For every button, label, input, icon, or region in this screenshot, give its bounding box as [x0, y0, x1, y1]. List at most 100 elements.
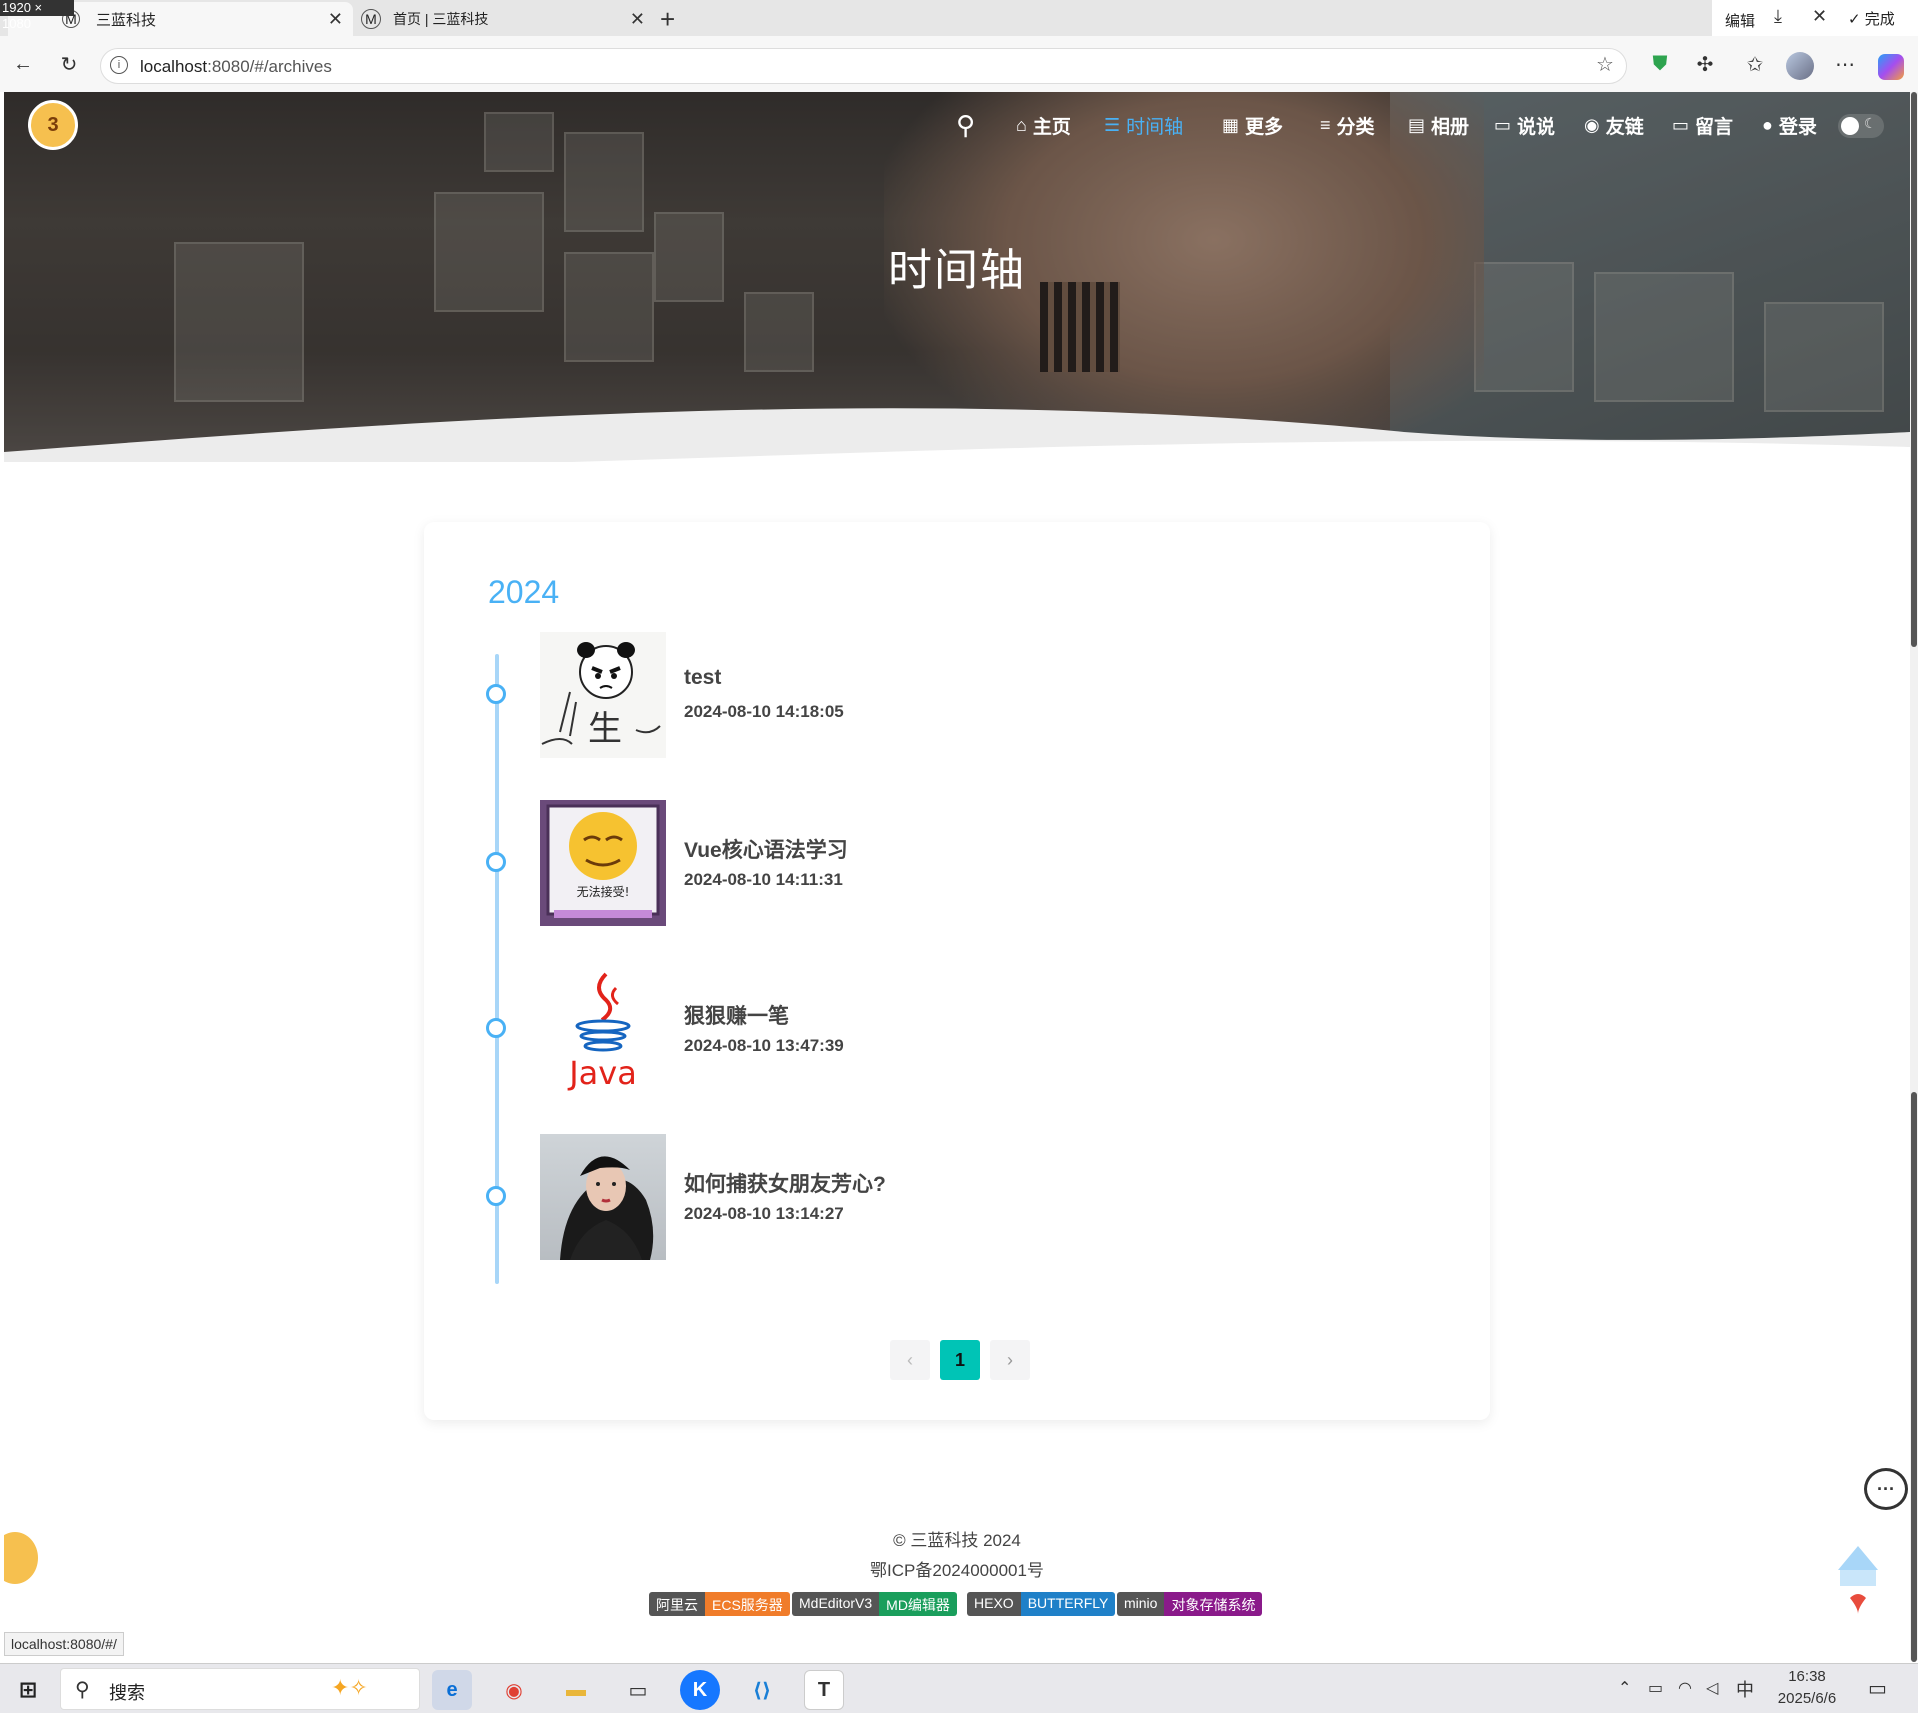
clock-time[interactable]: 16:38: [1772, 1668, 1842, 1685]
post-thumbnail[interactable]: [540, 1134, 666, 1260]
archive-year: 2024: [488, 574, 560, 610]
url-text: localhost:8080/#/archives: [140, 57, 332, 76]
archive-card: 2024 生 test 2024-08-10 14:18:05 无法接受! Vu…: [424, 522, 1490, 1420]
wifi-icon[interactable]: ◠: [1678, 1678, 1692, 1698]
reload-icon[interactable]: ↻: [54, 49, 84, 79]
nav-item-home[interactable]: ⌂ 主页: [1016, 112, 1071, 138]
grid-icon: ▦: [1222, 114, 1240, 135]
hero-wave: [4, 408, 1910, 462]
post-title[interactable]: Vue核心语法学习: [684, 834, 848, 864]
scrollbar-track[interactable]: [1910, 92, 1918, 1662]
nav-item-messages[interactable]: ▭ 留言: [1672, 112, 1733, 138]
site-nav: 3 ⚲ ⌂ 主页 ☰ 时间轴 ▦ 更多 ≡ 分类 ▤ 相册 ▭ 说说 ◉ 友链 ▭ 留言 ● 登录…: [4, 92, 1910, 156]
favorite-star-icon[interactable]: ☆: [1590, 49, 1620, 79]
clock-date[interactable]: 2025/6/6: [1768, 1690, 1846, 1707]
toggle-knob: [1841, 117, 1859, 135]
footer-badge-mdeditor[interactable]: MdEditorV3 MD编辑器: [792, 1592, 957, 1616]
copilot-icon[interactable]: [1878, 54, 1904, 80]
taskbar-search-box[interactable]: ⚲ 搜索 ✦✧: [60, 1668, 420, 1710]
resolution-overlay: 1920 × 1080: [0, 0, 74, 31]
volume-icon[interactable]: ◁: [1706, 1678, 1718, 1698]
nav-item-login[interactable]: ● 登录: [1762, 112, 1817, 138]
profile-avatar[interactable]: [1786, 52, 1814, 80]
post-thumbnail[interactable]: 无法接受!: [540, 800, 666, 926]
done-button[interactable]: ✓ 完成: [1848, 8, 1895, 29]
battery-icon[interactable]: ▭: [1648, 1678, 1663, 1698]
dark-mode-toggle[interactable]: ☾: [1838, 114, 1884, 138]
file-explorer-icon[interactable]: ▬: [556, 1670, 596, 1710]
footer-badge-aliyun[interactable]: 阿里云 ECS服务器: [649, 1592, 790, 1616]
nav-item-friends[interactable]: ◉ 友链: [1584, 112, 1644, 138]
status-url: localhost:8080/#/: [4, 1632, 124, 1656]
svg-text:Java: Java: [567, 1054, 637, 1092]
archive-entry[interactable]: 生 test 2024-08-10 14:18:05: [424, 632, 1490, 758]
post-title[interactable]: 如何捕获女朋友芳心?: [684, 1168, 886, 1198]
site-logo[interactable]: 3: [28, 100, 78, 150]
nav-item-timeline[interactable]: ☰ 时间轴: [1104, 112, 1183, 138]
chrome-browser-icon[interactable]: ◉: [494, 1670, 534, 1710]
footer-badge-minio[interactable]: minio 对象存储系统: [1117, 1592, 1263, 1616]
archive-entry[interactable]: 如何捕获女朋友芳心? 2024-08-10 13:14:27: [424, 1134, 1490, 1260]
pagination-prev-button[interactable]: ‹: [890, 1340, 930, 1380]
windows-start-icon[interactable]: ⊞: [8, 1670, 48, 1710]
sparkle-icon: ✦✧: [331, 1675, 368, 1700]
tab-home[interactable]: M 首页 | 三蓝科技 ✕: [357, 2, 655, 36]
home-icon: ⌂: [1016, 114, 1027, 135]
search-icon[interactable]: ⚲: [956, 110, 975, 140]
download-icon[interactable]: ⤓: [1774, 6, 1782, 27]
search-icon: ⚲: [75, 1679, 90, 1701]
close-icon[interactable]: ✕: [1812, 6, 1827, 27]
terminal-icon[interactable]: ▭: [618, 1670, 658, 1710]
archive-entry[interactable]: 无法接受! Vue核心语法学习 2024-08-10 14:11:31: [424, 800, 1490, 926]
post-thumbnail[interactable]: Java: [540, 966, 666, 1092]
ime-indicator[interactable]: 中: [1736, 1676, 1754, 1702]
post-title[interactable]: test: [684, 666, 721, 690]
favorites-icon[interactable]: ✩: [1740, 49, 1770, 79]
vscode-icon[interactable]: ⟨⟩: [742, 1670, 782, 1710]
list-icon: ≡: [1320, 114, 1331, 135]
notification-icon[interactable]: ▭: [1868, 1676, 1887, 1701]
close-tab-icon[interactable]: ✕: [328, 9, 343, 30]
nav-item-talk[interactable]: ▭ 说说: [1494, 112, 1555, 138]
timeline-icon: ☰: [1104, 114, 1121, 135]
nav-item-album[interactable]: ▤ 相册: [1408, 112, 1469, 138]
edge-browser-icon[interactable]: e: [432, 1670, 472, 1710]
post-date: 2024-08-10 14:11:31: [684, 870, 843, 889]
scrollbar-thumb[interactable]: [1911, 92, 1917, 647]
post-title[interactable]: 狠狠赚一笔: [684, 1000, 789, 1030]
taskbar: ⊞ ⚲ 搜索 ✦✧ e ◉ ▬ ▭ K ⟨⟩ T ⌃ ▭ ◠ ◁ 中 16:38…: [0, 1663, 1918, 1713]
pagination-next-button[interactable]: ›: [990, 1340, 1030, 1380]
nav-item-categories[interactable]: ≡ 分类: [1320, 112, 1375, 138]
kugou-app-icon[interactable]: K: [680, 1670, 720, 1710]
post-thumbnail[interactable]: 生: [540, 632, 666, 758]
footer-icp[interactable]: 鄂ICP备2024000001号: [4, 1556, 1910, 1581]
info-icon[interactable]: i: [110, 56, 128, 74]
nav-item-more[interactable]: ▦ 更多: [1222, 112, 1283, 138]
new-tab-button[interactable]: +: [660, 4, 675, 35]
back-arrow-icon[interactable]: ←: [8, 49, 38, 79]
typora-icon[interactable]: T: [804, 1670, 844, 1710]
extensions-icon[interactable]: ✣: [1690, 49, 1720, 79]
message-icon: ▭: [1672, 114, 1690, 135]
search-label: 搜索: [109, 1683, 145, 1703]
chat-bubble-icon[interactable]: ···: [1864, 1468, 1908, 1510]
close-tab-icon[interactable]: ✕: [630, 9, 645, 30]
pagination-page-1[interactable]: 1: [940, 1340, 980, 1380]
footer-badge-hexo[interactable]: HEXO BUTTERFLY: [967, 1592, 1116, 1616]
post-date: 2024-08-10 14:18:05: [684, 702, 844, 721]
edit-button[interactable]: 编辑: [1725, 10, 1755, 31]
scrollbar-thumb-secondary[interactable]: [1911, 1092, 1917, 1662]
comment-icon: ▭: [1494, 114, 1512, 135]
page-title: 时间轴: [888, 246, 1026, 295]
more-menu-icon[interactable]: ⋯: [1830, 49, 1860, 79]
site-favicon-icon: M: [361, 9, 381, 29]
timeline-dot: [486, 684, 506, 704]
tab-bar: M 三蓝科技 ✕ M 首页 | 三蓝科技 ✕ + 编辑 ⤓ ✕ ✓ 完成: [0, 0, 1918, 36]
done-label: 完成: [1864, 11, 1895, 28]
panda-meme-image: 生: [541, 642, 661, 749]
svg-text:无法接受!: 无法接受!: [577, 884, 630, 899]
shield-extension-icon[interactable]: ⛊: [1645, 49, 1675, 79]
archive-entry[interactable]: Java 狠狠赚一笔 2024-08-10 13:47:39: [424, 966, 1490, 1092]
tray-chevron-icon[interactable]: ⌃: [1618, 1678, 1631, 1698]
hero-banner: 3 ⚲ ⌂ 主页 ☰ 时间轴 ▦ 更多 ≡ 分类 ▤ 相册 ▭ 说说 ◉ 友链 ▭ 留言 ● 登录…: [4, 92, 1910, 462]
